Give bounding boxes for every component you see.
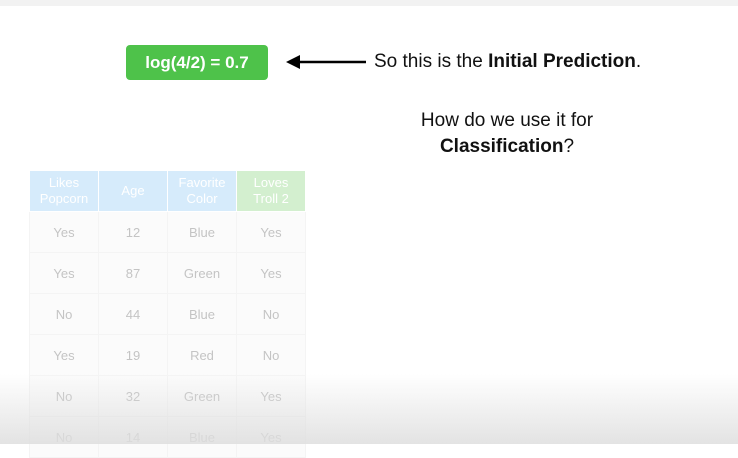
- top-strip: [0, 0, 738, 6]
- initial-prediction-box: log(4/2) = 0.7: [126, 45, 268, 80]
- left-arrow-icon: [286, 55, 366, 69]
- header-line: Popcorn: [39, 191, 89, 206]
- table-cell: Yes: [236, 252, 306, 294]
- header-loves-troll-2: Loves Troll 2: [236, 170, 306, 212]
- caption-text: So this is the: [374, 51, 489, 72]
- table-cell: Green: [167, 375, 237, 417]
- table-cell: Yes: [29, 252, 99, 294]
- table-cell: 19: [98, 334, 168, 376]
- table-cell: Yes: [236, 416, 306, 458]
- header-line: Loves: [253, 175, 289, 190]
- table-cell: No: [29, 416, 99, 458]
- caption-initial-prediction: So this is the Initial Prediction.: [374, 51, 641, 73]
- caption-line: Classification?: [380, 134, 634, 160]
- table-cell: 12: [98, 211, 168, 253]
- table-cell: 32: [98, 375, 168, 417]
- caption-classification-question: How do we use it for Classification?: [380, 108, 634, 160]
- table-cell: 14: [98, 416, 168, 458]
- table-cell: 44: [98, 293, 168, 335]
- table-row: No 14 Blue Yes: [29, 416, 306, 458]
- header-line: Color: [186, 191, 218, 206]
- header-line: Favorite: [178, 175, 226, 190]
- table-cell: 87: [98, 252, 168, 294]
- header-line: Likes: [48, 175, 80, 190]
- table-cell: No: [236, 293, 306, 335]
- table-cell: Blue: [167, 293, 237, 335]
- caption-period: .: [635, 51, 642, 72]
- table-cell: No: [29, 375, 99, 417]
- table-cell: Yes: [236, 375, 306, 417]
- table-cell: Yes: [29, 334, 99, 376]
- caption-bold-text: Initial Prediction: [488, 51, 636, 72]
- table-cell: Blue: [167, 211, 237, 253]
- table-header-row: Likes Popcorn Age Favorite Color Loves T…: [29, 170, 306, 212]
- table-row: No 44 Blue No: [29, 293, 306, 335]
- table-row: Yes 12 Blue Yes: [29, 211, 306, 253]
- table-cell: Green: [167, 252, 237, 294]
- table-cell: Red: [167, 334, 237, 376]
- header-favorite-color: Favorite Color: [167, 170, 237, 212]
- table-cell: No: [29, 293, 99, 335]
- table-row: No 32 Green Yes: [29, 375, 306, 417]
- caption-bold-text: Classification: [439, 136, 564, 157]
- table-cell: Yes: [236, 211, 306, 253]
- caption-line: How do we use it for: [420, 110, 594, 131]
- header-line: Age: [121, 183, 145, 198]
- header-likes-popcorn: Likes Popcorn: [29, 170, 99, 212]
- table-row: Yes 19 Red No: [29, 334, 306, 376]
- header-line: Troll 2: [253, 191, 289, 206]
- caption-question-mark: ?: [563, 136, 575, 157]
- table-cell: Yes: [29, 211, 99, 253]
- table-row: Yes 87 Green Yes: [29, 252, 306, 294]
- header-age: Age: [98, 170, 168, 212]
- table-cell: Blue: [167, 416, 237, 458]
- table-cell: No: [236, 334, 306, 376]
- training-data-table: Likes Popcorn Age Favorite Color Loves T…: [29, 170, 306, 458]
